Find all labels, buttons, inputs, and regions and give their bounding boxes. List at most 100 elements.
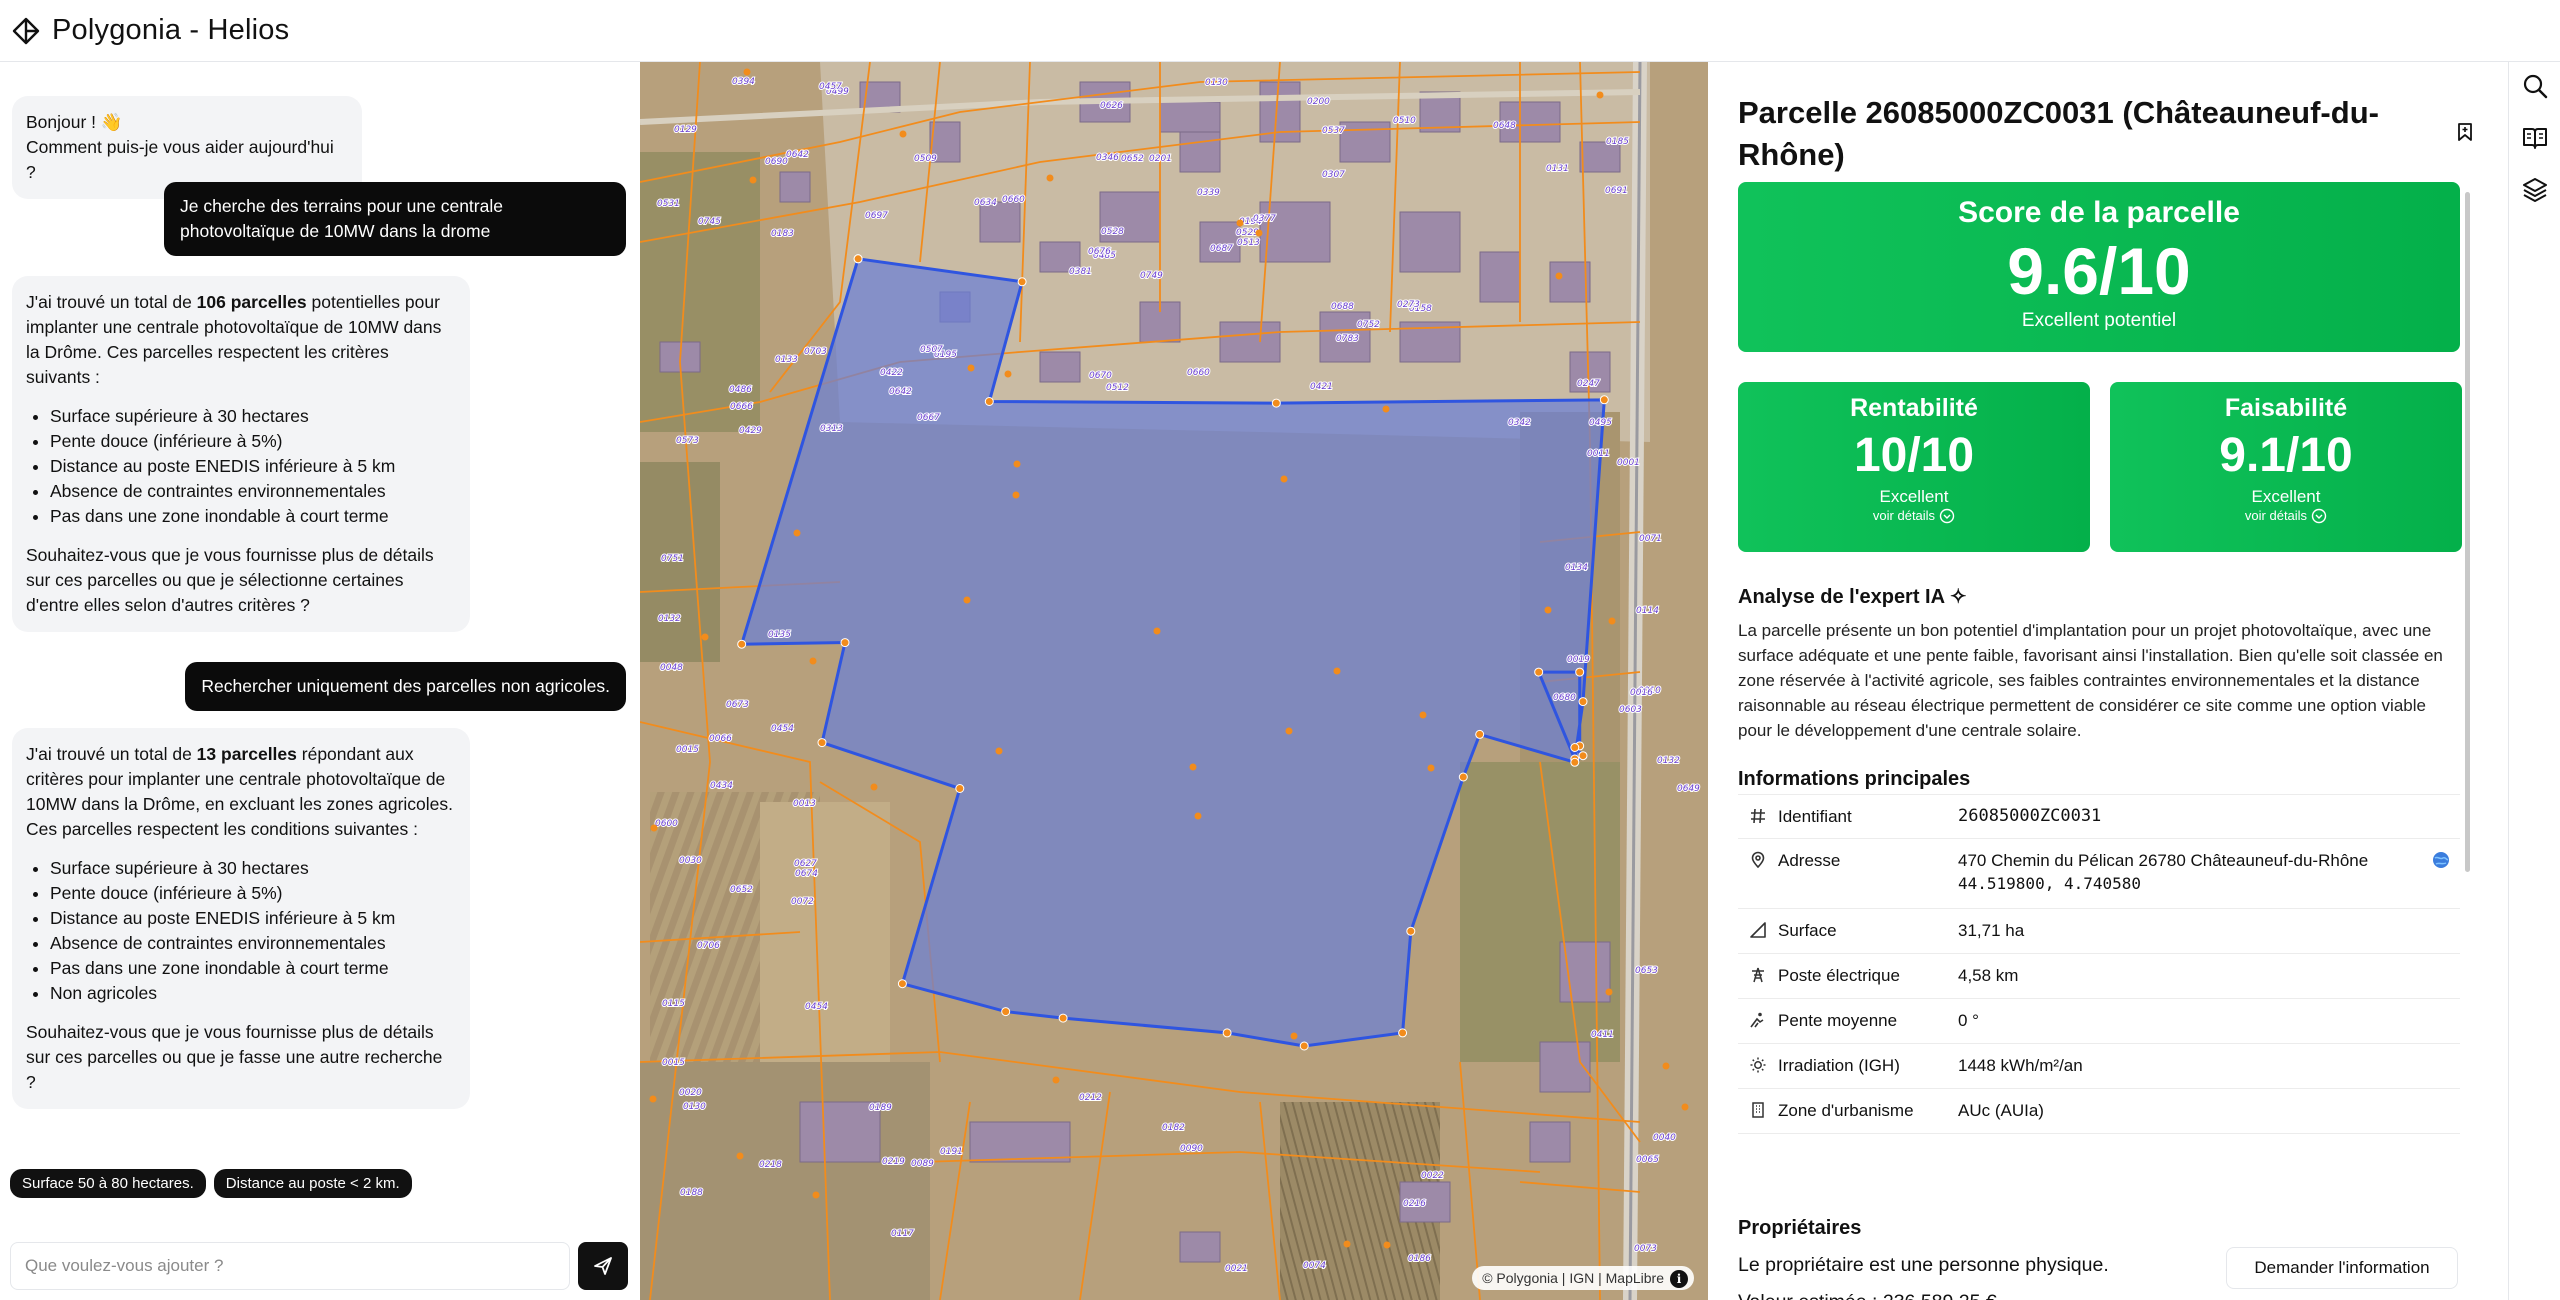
message-intro: J'ai trouvé un total de 106 parcelles po… (26, 290, 456, 390)
parcel-number-label: 0134 (1565, 563, 1588, 573)
cadastre-vertex (701, 633, 709, 641)
parcel-number-label: 0020 (679, 1088, 702, 1098)
map-attribution: © Polygonia | IGN | MapLibre i (1472, 1266, 1694, 1290)
cadastre-vertex (809, 657, 817, 665)
cadastre-vertex (1271, 398, 1281, 408)
cadastre-vertex (1333, 667, 1341, 675)
intro-pre: J'ai trouvé un total de (26, 292, 197, 312)
cadastre-vertex (1004, 370, 1012, 378)
parcel-number-label: 0065 (1636, 1155, 1659, 1165)
analysis-text: La parcelle présente un bon potentiel d'… (1738, 621, 2443, 740)
criteria-item: Pente douce (inférieure à 5%) (50, 429, 456, 454)
power-pylon-icon (1752, 967, 1764, 983)
search-icon[interactable] (2521, 72, 2549, 100)
parcel-number-label: 0697 (865, 211, 888, 221)
faisabilite-details-link[interactable]: voir détails (2245, 507, 2327, 525)
info-heading: Informations principales (1738, 768, 1971, 790)
owner-estimated-value: Valeur estimée : 236 589,25 € (1738, 1291, 1997, 1300)
chat-panel: Bonjour ! 👋 Comment puis-je vous aider a… (0, 62, 640, 1300)
info-key: Identifiant (1778, 807, 1852, 826)
cadastre-vertex (1570, 743, 1580, 752)
parcel-number-label: 0652 (1121, 154, 1144, 164)
rentabilite-details-link[interactable]: voir détails (1873, 507, 1955, 525)
area-icon (1750, 922, 1766, 938)
parcel-number-label: 0313 (820, 424, 843, 434)
message-intro: J'ai trouvé un total de 13 parcelles rép… (26, 742, 456, 842)
parcel-number-label: 0130 (1205, 78, 1228, 88)
rentabilite-note: Excellent (1879, 487, 1949, 506)
cadastre-vertex (650, 824, 658, 832)
parcel-number-label: 0130 (683, 1102, 706, 1112)
parcel-number-label: 0676 (1088, 247, 1111, 257)
score-label: Score de la parcelle (1958, 196, 2240, 229)
layers-icon[interactable] (2521, 176, 2549, 204)
parcel-number-label: 0652 (730, 885, 753, 895)
parcel-number-label: 0247 (1577, 379, 1600, 389)
scrollbar-thumb[interactable] (2465, 192, 2470, 872)
info-value: AUc (AUIa) (1958, 1101, 2044, 1120)
criteria-item: Distance au poste ENEDIS inférieure à 5 … (50, 906, 456, 931)
parcel-number-label: 0434 (710, 781, 733, 791)
user-message-text: Rechercher uniquement des parcelles non … (201, 676, 610, 696)
info-value: 31,71 ha (1958, 921, 2025, 940)
parcel-number-label: 0666 (730, 402, 753, 412)
info-icon[interactable]: i (1670, 1270, 1688, 1288)
parcel-number-label: 0680 (1553, 693, 1576, 703)
globe-icon[interactable] (2432, 851, 2450, 869)
bookmark-icon[interactable] (2456, 122, 2474, 142)
message-outro: Souhaitez-vous que je vous fournisse plu… (26, 1022, 443, 1092)
parcel-number-label: 0115 (662, 999, 685, 1009)
parcel-number-label: 0377 (1253, 214, 1276, 224)
info-value: 0 ° (1958, 1011, 1979, 1030)
criteria-item: Surface supérieure à 30 hectares (50, 404, 456, 429)
parcel-number-label: 0421 (1310, 382, 1333, 392)
request-info-button[interactable]: Demander l'information (2226, 1247, 2458, 1289)
parcel-number-label: 0537 (1322, 126, 1345, 136)
send-button[interactable] (578, 1242, 628, 1290)
parcel-number-label: 0201 (1149, 154, 1172, 164)
cadastre-vertex (840, 638, 850, 648)
parcel-number-label: 0132 (1657, 756, 1680, 766)
parcel-number-label: 0783 (1336, 334, 1359, 344)
sun-icon (1750, 1057, 1766, 1073)
chat-input[interactable] (25, 1256, 555, 1276)
cadastre-vertex (963, 596, 971, 604)
parcel-number-label: 0691 (1605, 186, 1628, 196)
cadastre-vertex (967, 364, 975, 372)
map-view[interactable]: 0749 0690 0485 0486 0194 0195 0200 0201 0537 0687… (640, 62, 1708, 1300)
parcel-number-label: 0011 (1587, 449, 1610, 459)
cadastre-vertex (1555, 272, 1563, 280)
parcel-number-label: 0690 (765, 157, 788, 167)
book-icon[interactable] (2521, 124, 2549, 152)
rentabilite-label: Rentabilité (1850, 394, 1978, 422)
info-table: Identifiant 26085000ZC0031 Adresse 470 C… (1738, 794, 2460, 1134)
cadastre-vertex (793, 529, 801, 537)
cadastre-vertex (736, 1152, 744, 1160)
details-link-text: voir détails (1872, 508, 1936, 523)
criteria-list: Surface supérieure à 30 hectares Pente d… (26, 856, 456, 1006)
parcel-number-label: 0457 (819, 82, 842, 92)
parcel-number-label: 0752 (1357, 320, 1380, 330)
map-canvas[interactable]: 0749069004850486019401950200020105370687… (640, 62, 1708, 1300)
parcel-number-label: 0022 (1421, 1171, 1444, 1181)
parcel-number-label: 0200 (1307, 97, 1330, 107)
cadastre-vertex (1575, 667, 1585, 677)
parcel-number-label: 0429 (739, 426, 762, 436)
parcel-number-label: 0653 (1635, 966, 1658, 976)
cadastre-vertex (1280, 475, 1288, 483)
owner-description: Le propriétaire est une personne physiqu… (1738, 1254, 2109, 1276)
user-message-2: Rechercher uniquement des parcelles non … (185, 662, 626, 711)
parcel-number-label: 0188 (680, 1188, 703, 1198)
info-row-zone: Zone d'urbanisme AUc (AUIa) (1738, 1089, 2460, 1134)
criteria-item: Pente douce (inférieure à 5%) (50, 881, 456, 906)
parcel-number-label: 0454 (771, 724, 794, 734)
suggestion-chip-distance[interactable]: Distance au poste < 2 km. (213, 1169, 412, 1198)
info-row-surface: Surface 31,71 ha (1738, 909, 2460, 954)
cadastre-vertex (1189, 763, 1197, 771)
parcel-number-label: 0642 (889, 387, 912, 397)
location-pin-icon (1751, 851, 1765, 869)
chevron-down-circle-icon (2311, 508, 2327, 524)
suggestion-chip-surface[interactable]: Surface 50 à 80 hectares. (10, 1169, 206, 1198)
criteria-item: Absence de contraintes environnementales (50, 931, 456, 956)
user-message-text: Je cherche des terrains pour une central… (180, 196, 503, 241)
